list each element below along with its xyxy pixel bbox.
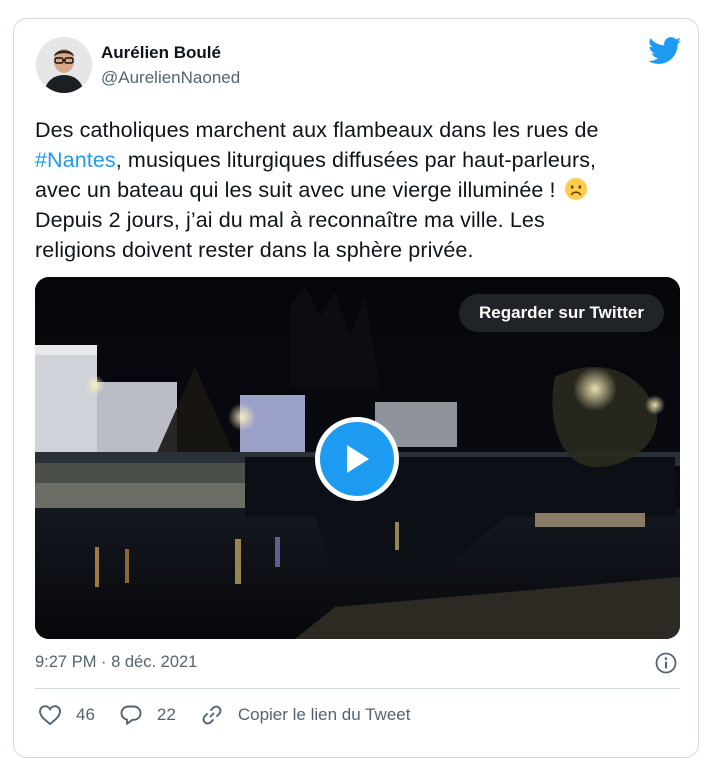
link-icon xyxy=(202,705,222,725)
like-count: 46 xyxy=(76,705,95,724)
tweet-text-line-1: Des catholiques marchent aux flambeaux d… xyxy=(35,118,599,142)
play-icon xyxy=(347,445,369,473)
author-name[interactable]: Aurélien Boulé xyxy=(101,43,221,63)
info-icon[interactable] xyxy=(654,651,678,675)
like-button[interactable]: 46 xyxy=(38,704,95,726)
speech-bubble-icon xyxy=(120,705,142,725)
tweet-card[interactable]: Aurélien Boulé @AurelienNaoned Des catho… xyxy=(13,18,699,758)
author-handle[interactable]: @AurelienNaoned xyxy=(101,68,240,88)
watch-on-twitter-button[interactable]: Regarder sur Twitter xyxy=(459,294,665,332)
tweet-text-line-2-rest: , musiques liturgiques diffusées par hau… xyxy=(115,148,597,172)
copy-link-label: Copier le lien du Tweet xyxy=(237,705,411,724)
tweet-text-line-4: Depuis 2 jours, j’ai du mal à reconnaîtr… xyxy=(35,208,545,232)
reply-count: 22 xyxy=(156,705,176,724)
heart-icon xyxy=(39,705,61,726)
reply-button[interactable]: 22 xyxy=(119,704,176,726)
tweet-text-line-3-text: avec un bateau qui les suit avec une vie… xyxy=(35,178,556,202)
hashtag-link[interactable]: #Nantes xyxy=(35,148,116,172)
watch-on-twitter-label: Regarder sur Twitter xyxy=(479,303,645,322)
tweet-text-line-5: religions doivent rester dans la sphère … xyxy=(35,238,474,262)
tweet-text-line-2: #Nantes, musiques liturgiques diffusées … xyxy=(35,145,685,175)
tweet-text: Des catholiques marchent aux flambeaux d… xyxy=(35,115,685,265)
frowning-face-emoji xyxy=(564,178,587,200)
avatar-image xyxy=(36,37,92,93)
play-button[interactable] xyxy=(315,417,399,501)
copy-link-button[interactable]: Copier le lien du Tweet xyxy=(200,703,411,727)
tweet-actions: 46 22 Copier le lien du Tweet xyxy=(38,701,434,729)
avatar[interactable] xyxy=(36,37,92,93)
tweet-text-line-3: avec un bateau qui les suit avec une vie… xyxy=(35,175,685,205)
twitter-bird-icon[interactable] xyxy=(648,37,682,65)
divider xyxy=(35,688,680,689)
tweet-timestamp[interactable]: 9:27 PM · 8 déc. 2021 xyxy=(35,653,197,672)
video-player[interactable]: Regarder sur Twitter xyxy=(35,277,680,639)
